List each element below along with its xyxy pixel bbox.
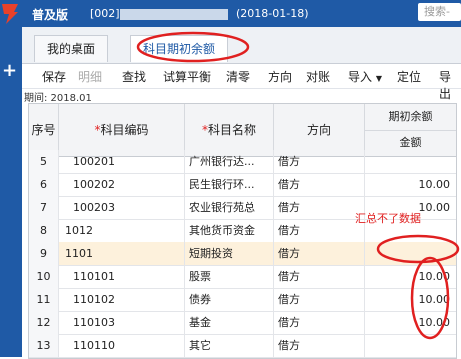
account-code[interactable]: 100202	[59, 173, 185, 196]
header-code-label: 科目编码	[100, 123, 149, 137]
caret-down-icon: ▼	[375, 74, 382, 83]
export-button[interactable]: 导出	[439, 68, 461, 102]
import-label: 导入	[348, 70, 373, 84]
table-row[interactable]: 5 100201 广州银行达... 借方	[29, 150, 456, 174]
direction-button[interactable]: 方向	[268, 68, 292, 85]
row-no: 13	[29, 334, 59, 357]
direction-cell[interactable]: 借方	[274, 311, 365, 334]
account-name[interactable]: 短期投资	[185, 242, 274, 265]
table-row[interactable]: 6 100202 民生银行环... 借方 10.00	[29, 173, 456, 197]
tab-bar: 我的桌面 科目期初余额	[22, 27, 461, 64]
row-no: 6	[29, 173, 59, 196]
row-no: 7	[29, 196, 59, 219]
account-name[interactable]: 民生银行环...	[185, 173, 274, 196]
amount-cell[interactable]: 10.00	[365, 288, 456, 311]
table-row-selected[interactable]: 9 1101 短期投资 借方	[29, 242, 456, 266]
table-row[interactable]: 13 110110 其它 借方	[29, 334, 456, 358]
direction-cell[interactable]: 借方	[274, 196, 365, 219]
direction-cell[interactable]: 借方	[274, 173, 365, 196]
header-opening-balance: 期初余额 金额	[365, 104, 456, 156]
row-no: 10	[29, 265, 59, 288]
header-balance-group: 期初余额	[365, 104, 456, 131]
direction-cell[interactable]: 借方	[274, 334, 365, 357]
account-name[interactable]: 其他货币资金	[185, 219, 274, 242]
app-logo-icon	[2, 4, 18, 24]
balance-grid: 序号 *科目编码 *科目名称 方向 期初余额 金额 5 100201 广州银行达…	[28, 103, 457, 359]
period-line: 期间: 2018.01	[24, 93, 92, 104]
direction-cell[interactable]: 借方	[274, 242, 365, 265]
direction-cell[interactable]: 借方	[274, 150, 365, 173]
locate-button[interactable]: 定位	[397, 68, 421, 85]
table-row[interactable]: 10 110101 股票 借方 10.00	[29, 265, 456, 289]
account-name[interactable]: 基金	[185, 311, 274, 334]
table-row[interactable]: 12 110103 基金 借方 10.00	[29, 311, 456, 335]
tab-my-desktop[interactable]: 我的桌面	[34, 35, 109, 62]
find-button[interactable]: 查找	[122, 68, 146, 85]
account-label: [002]	[90, 7, 120, 20]
toolbar: 保存 明细 查找 试算平衡 清零 方向 对账 导入 ▼ 定位 导出	[22, 64, 461, 101]
direction-cell[interactable]: 借方	[274, 219, 365, 242]
account-code[interactable]: 110103	[59, 311, 185, 334]
account-name[interactable]: 广州银行达...	[185, 150, 274, 173]
reconcile-button[interactable]: 对账	[306, 68, 330, 85]
header-name-label: 科目名称	[207, 123, 256, 137]
save-button[interactable]: 保存	[42, 68, 66, 85]
direction-cell[interactable]: 借方	[274, 265, 365, 288]
import-button[interactable]: 导入 ▼	[348, 68, 382, 85]
row-no: 5	[29, 150, 59, 173]
account-code[interactable]: 100203	[59, 196, 185, 219]
search-input[interactable]: 搜索-	[418, 3, 461, 21]
amount-cell[interactable]: 10.00	[365, 311, 456, 334]
header-no: 序号	[29, 104, 59, 156]
edition-label: 普及版	[32, 8, 69, 22]
account-name[interactable]: 债券	[185, 288, 274, 311]
row-no: 8	[29, 219, 59, 242]
account-name[interactable]: 股票	[185, 265, 274, 288]
amount-cell[interactable]: 10.00	[365, 265, 456, 288]
amount-cell[interactable]	[365, 242, 456, 265]
header-direction: 方向	[274, 104, 365, 156]
annotation-text: 汇总不了数据	[355, 212, 421, 225]
header-code: *科目编码	[59, 104, 185, 156]
period-label: (2018-01-18)	[236, 7, 309, 20]
table-row[interactable]: 11 110102 债券 借方 10.00	[29, 288, 456, 312]
amount-cell[interactable]: 10.00	[365, 173, 456, 196]
account-code[interactable]: 100201	[59, 150, 185, 173]
account-code[interactable]: 110110	[59, 334, 185, 357]
header-name: *科目名称	[185, 104, 274, 156]
title-bar: 普及版 [002] (2018-01-18) 搜索-	[0, 0, 461, 27]
grid-body: 5 100201 广州银行达... 借方 6 100202 民生银行环... 借…	[29, 150, 456, 358]
account-code[interactable]: 1012	[59, 219, 185, 242]
redacted-account-name	[120, 9, 228, 20]
tab-opening-balance[interactable]: 科目期初余额	[130, 35, 229, 62]
account-code[interactable]: 110101	[59, 265, 185, 288]
account-name[interactable]: 农业银行苑总	[185, 196, 274, 219]
row-no: 11	[29, 288, 59, 311]
account-code[interactable]: 110102	[59, 288, 185, 311]
left-nav: +	[0, 27, 22, 357]
account-name[interactable]: 其它	[185, 334, 274, 357]
amount-cell[interactable]	[365, 150, 456, 173]
trial-balance-button[interactable]: 试算平衡	[163, 68, 211, 85]
direction-cell[interactable]: 借方	[274, 288, 365, 311]
add-icon[interactable]: +	[2, 60, 17, 81]
row-no: 9	[29, 242, 59, 265]
row-no: 12	[29, 311, 59, 334]
detail-button[interactable]: 明细	[78, 68, 102, 85]
amount-cell[interactable]	[365, 334, 456, 357]
account-code[interactable]: 1101	[59, 242, 185, 265]
clear-button[interactable]: 清零	[226, 68, 250, 85]
